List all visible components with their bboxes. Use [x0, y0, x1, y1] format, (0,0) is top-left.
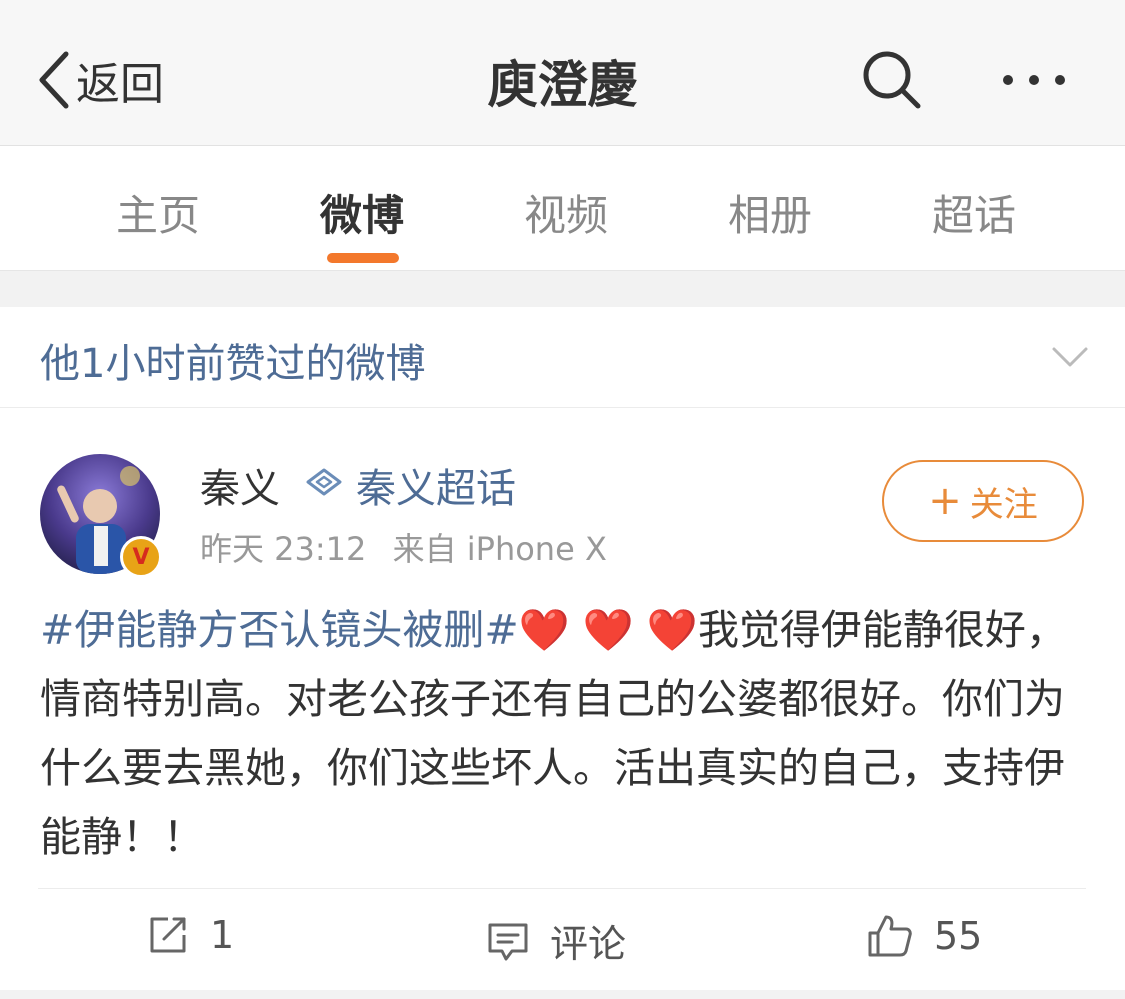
diamond-icon: [306, 468, 342, 496]
more-icon[interactable]: [1000, 60, 1070, 100]
like-count: 55: [934, 914, 983, 958]
tab-album[interactable]: 相册: [728, 182, 812, 243]
follow-button[interactable]: + 关注: [882, 460, 1084, 542]
bottom-gap: [0, 990, 1125, 999]
post-time: 昨天 23:12: [200, 530, 367, 568]
tab-supertopic[interactable]: 超话: [932, 182, 1016, 243]
heart-emoji-icon: ❤️ ❤️ ❤️: [518, 606, 698, 654]
post-meta: 昨天 23:12 来自 iPhone X: [200, 524, 607, 570]
plus-icon: +: [928, 478, 962, 524]
profile-tabs: 主页 微博 视频 相册 超话: [0, 146, 1125, 271]
search-icon[interactable]: [860, 48, 924, 112]
tab-weibo[interactable]: 微博: [320, 182, 404, 243]
post-source: 来自 iPhone X: [392, 530, 607, 568]
supertopic-link[interactable]: 秦义超话: [356, 456, 516, 514]
navigation-bar: 返回 庾澄慶: [0, 0, 1125, 146]
repost-icon: [150, 917, 186, 953]
post-body: #伊能静方否认镜头被删#❤️ ❤️ ❤️我觉得伊能静很好，情商特别高。对老公孩子…: [40, 596, 1090, 872]
active-tab-indicator: [327, 253, 399, 263]
follow-label: 关注: [969, 484, 1038, 525]
page-title: 庾澄慶: [487, 56, 638, 114]
section-gap: [0, 271, 1125, 307]
comment-label: 评论: [550, 922, 627, 966]
post-author-name[interactable]: 秦义: [200, 456, 280, 514]
thumbs-up-icon: [868, 915, 912, 957]
hashtag-link[interactable]: #伊能静方否认镜头被删#: [40, 606, 519, 654]
weibo-post-card: V 秦义 秦义超话 昨天 23:12 来自 iPhone X + 关注 #伊能静…: [0, 408, 1125, 990]
liked-section-header[interactable]: 他1小时前赞过的微博: [0, 307, 1125, 408]
like-button[interactable]: 55: [866, 913, 982, 959]
verified-badge-icon: V: [120, 536, 162, 578]
comment-icon: [488, 923, 528, 960]
liked-section-title: 他1小时前赞过的微博: [40, 341, 426, 387]
post-actions: 1 评论 55: [0, 889, 1125, 990]
tab-video[interactable]: 视频: [524, 182, 608, 243]
repost-button[interactable]: 1: [146, 913, 234, 957]
comment-button[interactable]: 评论: [486, 913, 626, 968]
chevron-down-icon[interactable]: [1050, 337, 1090, 377]
tab-home[interactable]: 主页: [116, 182, 200, 243]
repost-count: 1: [210, 913, 235, 957]
